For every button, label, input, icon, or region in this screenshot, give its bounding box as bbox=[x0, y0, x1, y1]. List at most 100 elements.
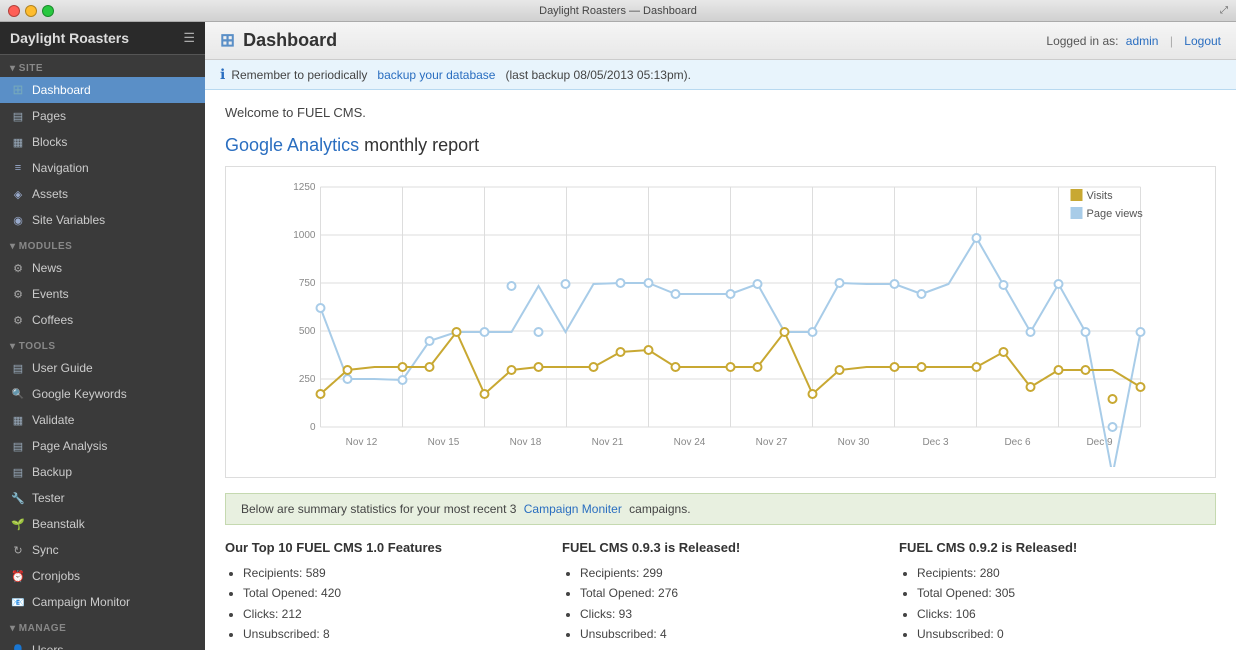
separator: | bbox=[1170, 34, 1173, 48]
sidebar-item-blocks[interactable]: ▦ Blocks bbox=[0, 129, 205, 155]
sidebar-item-assets[interactable]: ◈ Assets bbox=[0, 181, 205, 207]
campaign-title-0: Our Top 10 FUEL CMS 1.0 Features bbox=[225, 540, 542, 555]
campaign-stats-2: Recipients: 280 Total Opened: 305 Clicks… bbox=[899, 563, 1216, 650]
info-icon: ℹ bbox=[220, 66, 225, 83]
window-title: Daylight Roasters — Dashboard bbox=[539, 5, 697, 17]
sidebar-item-validate[interactable]: ▦ Validate bbox=[0, 407, 205, 433]
list-item: Unsubscribed: 8 bbox=[243, 624, 542, 644]
sidebar-item-label: Dashboard bbox=[32, 83, 91, 97]
beanstalk-icon: 🌱 bbox=[10, 516, 26, 532]
sidebar-item-users[interactable]: 👤 Users bbox=[0, 637, 205, 650]
sidebar-item-google-keywords[interactable]: 🔍 Google Keywords bbox=[0, 381, 205, 407]
validate-icon: ▦ bbox=[10, 412, 26, 428]
page-analysis-icon: ▤ bbox=[10, 438, 26, 454]
analytics-title-suffix: monthly report bbox=[359, 135, 479, 155]
menu-icon[interactable]: ☰ bbox=[183, 30, 195, 46]
window-controls[interactable] bbox=[8, 5, 54, 17]
campaign-notice-text: Below are summary statistics for your mo… bbox=[241, 502, 516, 516]
campaign-monitor-link[interactable]: Campaign Moniter bbox=[524, 502, 622, 516]
cronjobs-icon: ⏰ bbox=[10, 568, 26, 584]
campaign-card-0: Our Top 10 FUEL CMS 1.0 Features Recipie… bbox=[225, 540, 542, 650]
logout-link[interactable]: Logout bbox=[1184, 34, 1221, 48]
sidebar-item-label: Campaign Monitor bbox=[32, 595, 130, 609]
google-keywords-icon: 🔍 bbox=[10, 386, 26, 402]
notice-suffix: (last backup 08/05/2013 05:13pm). bbox=[505, 68, 690, 82]
welcome-text: Welcome to FUEL CMS. bbox=[225, 105, 1216, 120]
svg-text:Nov 30: Nov 30 bbox=[838, 437, 870, 448]
campaign-monitor-icon: 📧 bbox=[10, 594, 26, 610]
sidebar-item-label: Google Keywords bbox=[32, 387, 127, 401]
app-container: Daylight Roasters ☰ ▾ SITE ⊞ Dashboard ▤… bbox=[0, 22, 1236, 650]
users-icon: 👤 bbox=[10, 642, 26, 650]
sidebar-item-dashboard[interactable]: ⊞ Dashboard bbox=[0, 77, 205, 103]
sidebar-item-backup[interactable]: ▤ Backup bbox=[0, 459, 205, 485]
logged-in-label: Logged in as: bbox=[1046, 34, 1118, 48]
analytics-title: Google Analytics monthly report bbox=[225, 135, 1216, 156]
notice-text: Remember to periodically bbox=[231, 68, 367, 82]
sidebar-item-label: Events bbox=[32, 287, 69, 301]
svg-text:Nov 27: Nov 27 bbox=[756, 437, 788, 448]
sidebar-item-tester[interactable]: 🔧 Tester bbox=[0, 485, 205, 511]
sidebar-item-sync[interactable]: ↻ Sync bbox=[0, 537, 205, 563]
sidebar-item-label: Assets bbox=[32, 187, 68, 201]
sidebar-item-navigation[interactable]: ≡ Navigation bbox=[0, 155, 205, 181]
campaign-title-1: FUEL CMS 0.9.3 is Released! bbox=[562, 540, 879, 555]
svg-text:Nov 24: Nov 24 bbox=[674, 437, 706, 448]
close-button[interactable] bbox=[8, 5, 20, 17]
svg-text:500: 500 bbox=[299, 326, 316, 337]
list-item: Unsubscribed: 4 bbox=[580, 624, 879, 644]
sidebar-item-label: Beanstalk bbox=[32, 517, 85, 531]
list-item: Recipients: 589 bbox=[243, 563, 542, 583]
sidebar-item-site-variables[interactable]: ◉ Site Variables bbox=[0, 207, 205, 233]
resize-icon: ⤢ bbox=[1220, 5, 1228, 16]
sidebar-item-label: Validate bbox=[32, 413, 74, 427]
username-link[interactable]: admin bbox=[1126, 34, 1159, 48]
sidebar-item-news[interactable]: ⚙ News bbox=[0, 255, 205, 281]
sidebar-item-beanstalk[interactable]: 🌱 Beanstalk bbox=[0, 511, 205, 537]
sidebar-item-coffees[interactable]: ⚙ Coffees bbox=[0, 307, 205, 333]
backup-icon: ▤ bbox=[10, 464, 26, 480]
sidebar-item-campaign-monitor[interactable]: 📧 Campaign Monitor bbox=[0, 589, 205, 615]
coffees-icon: ⚙ bbox=[10, 312, 26, 328]
campaign-stats-1: Recipients: 299 Total Opened: 276 Clicks… bbox=[562, 563, 879, 650]
backup-link[interactable]: backup your database bbox=[377, 68, 495, 82]
svg-text:Nov 12: Nov 12 bbox=[346, 437, 378, 448]
svg-text:250: 250 bbox=[299, 374, 316, 385]
section-label-modules: ▾ MODULES bbox=[0, 233, 205, 255]
svg-text:Dec 9: Dec 9 bbox=[1086, 437, 1113, 448]
svg-text:Nov 15: Nov 15 bbox=[428, 437, 460, 448]
svg-text:Page views: Page views bbox=[1087, 208, 1144, 220]
content-area: Welcome to FUEL CMS. Google Analytics mo… bbox=[205, 90, 1236, 650]
section-label-manage: ▾ MANAGE bbox=[0, 615, 205, 637]
sidebar-item-page-analysis[interactable]: ▤ Page Analysis bbox=[0, 433, 205, 459]
svg-text:Visits: Visits bbox=[1087, 190, 1114, 202]
campaigns-grid: Our Top 10 FUEL CMS 1.0 Features Recipie… bbox=[225, 540, 1216, 650]
sidebar-item-pages[interactable]: ▤ Pages bbox=[0, 103, 205, 129]
maximize-button[interactable] bbox=[42, 5, 54, 17]
minimize-button[interactable] bbox=[25, 5, 37, 17]
sidebar-item-label: Blocks bbox=[32, 135, 67, 149]
list-item: Bounced: 2 bbox=[580, 645, 879, 650]
campaign-title-2: FUEL CMS 0.9.2 is Released! bbox=[899, 540, 1216, 555]
svg-text:1000: 1000 bbox=[293, 230, 316, 241]
sync-icon: ↻ bbox=[10, 542, 26, 558]
sidebar-item-label: User Guide bbox=[32, 361, 93, 375]
page-title-text: Dashboard bbox=[243, 30, 337, 51]
sidebar-item-label: Tester bbox=[32, 491, 65, 505]
sidebar-item-cronjobs[interactable]: ⏰ Cronjobs bbox=[0, 563, 205, 589]
campaign-card-2: FUEL CMS 0.9.2 is Released! Recipients: … bbox=[899, 540, 1216, 650]
header-user-info: Logged in as: admin | Logout bbox=[1046, 34, 1221, 48]
svg-text:750: 750 bbox=[299, 278, 316, 289]
site-variables-icon: ◉ bbox=[10, 212, 26, 228]
list-item: Total Opened: 276 bbox=[580, 583, 879, 603]
sidebar-item-label: Users bbox=[32, 643, 63, 650]
main-content: ⊞ Dashboard Logged in as: admin | Logout… bbox=[205, 22, 1236, 650]
campaign-stats-0: Recipients: 589 Total Opened: 420 Clicks… bbox=[225, 563, 542, 650]
dashboard-icon: ⊞ bbox=[10, 82, 26, 98]
svg-text:1250: 1250 bbox=[293, 182, 316, 193]
sidebar-item-user-guide[interactable]: ▤ User Guide bbox=[0, 355, 205, 381]
google-analytics-link[interactable]: Google Analytics bbox=[225, 135, 359, 155]
sidebar-item-events[interactable]: ⚙ Events bbox=[0, 281, 205, 307]
analytics-chart: 0 250 500 750 1000 1250 Nov 12 Nov 15 No… bbox=[236, 177, 1205, 467]
list-item: Unsubscribed: 0 bbox=[917, 624, 1216, 644]
